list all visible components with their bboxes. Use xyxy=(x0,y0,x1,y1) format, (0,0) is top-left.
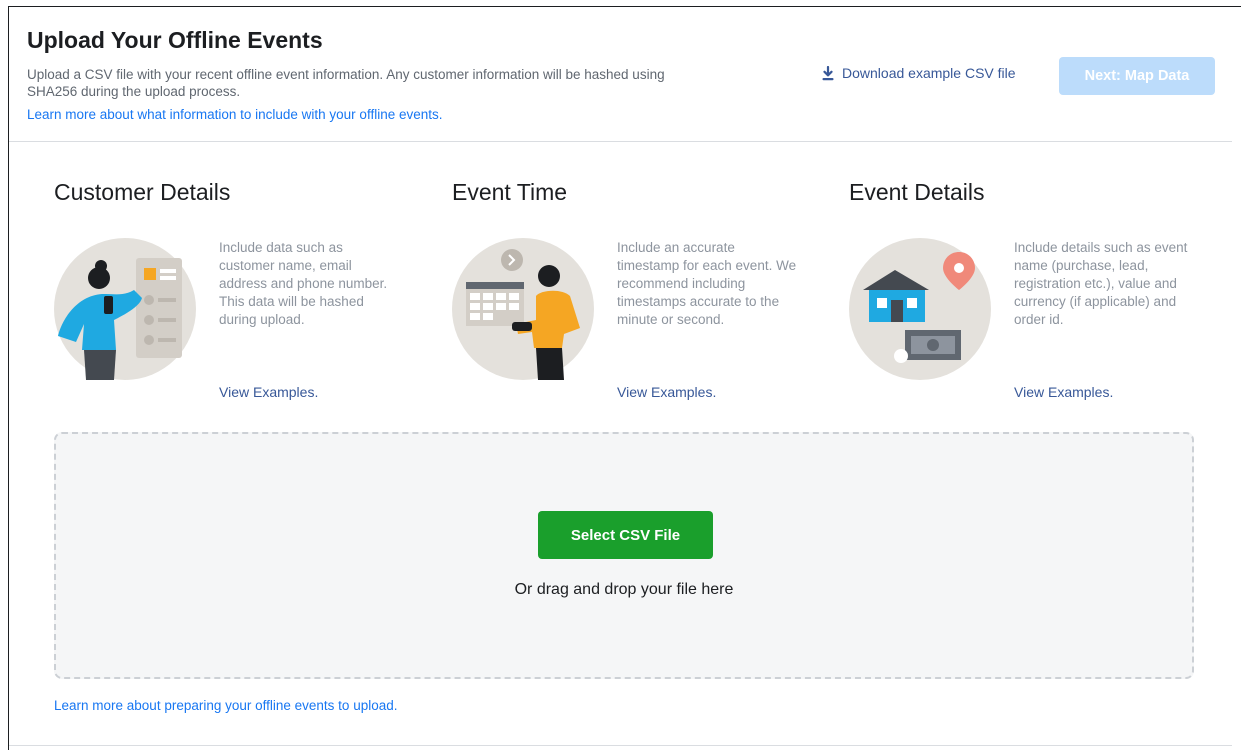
download-icon xyxy=(822,65,834,80)
customer-illustration-icon xyxy=(54,238,196,380)
upload-panel: Upload Your Offline Events Upload a CSV … xyxy=(8,6,1241,750)
learn-more-preparing-link[interactable]: Learn more about preparing your offline … xyxy=(54,698,397,713)
download-example-csv-link[interactable]: Download example CSV file xyxy=(821,65,1016,81)
event-details-illustration-icon xyxy=(849,238,991,380)
customer-details-view-examples-link[interactable]: View Examples. xyxy=(219,384,318,400)
event-time-title: Event Time xyxy=(452,179,568,205)
customer-details-title: Customer Details xyxy=(54,179,231,205)
event-details-section: Event Details Include details such as ev… xyxy=(849,172,1219,412)
event-details-text: Include details such as event name (purc… xyxy=(1014,240,1188,327)
drag-drop-hint: Or drag and drop your file here xyxy=(514,581,734,598)
learn-more-info-link[interactable]: Learn more about what information to inc… xyxy=(27,107,443,122)
next-map-data-button[interactable]: Next: Map Data xyxy=(1059,57,1215,95)
event-details-view-examples-link[interactable]: View Examples. xyxy=(1014,384,1113,400)
select-csv-file-button[interactable]: Select CSV File xyxy=(538,511,713,559)
page-description: Upload a CSV file with your recent offli… xyxy=(27,67,665,99)
event-time-view-examples-link[interactable]: View Examples. xyxy=(617,384,716,400)
download-label: Download example CSV file xyxy=(842,65,1016,81)
page-title: Upload Your Offline Events xyxy=(27,27,323,53)
bottom-divider xyxy=(9,745,1232,746)
panel-header: Upload Your Offline Events Upload a CSV … xyxy=(9,7,1232,142)
event-time-section: Event Time Include an accurate timestamp… xyxy=(452,172,822,412)
event-time-illustration-icon xyxy=(452,238,594,380)
customer-details-section: Customer Details Include data such as cu… xyxy=(54,172,424,412)
event-details-title: Event Details xyxy=(849,179,985,205)
event-time-text: Include an accurate timestamp for each e… xyxy=(617,240,797,327)
customer-details-text: Include data such as customer name, emai… xyxy=(219,240,388,327)
file-dropzone[interactable]: Select CSV File Or drag and drop your fi… xyxy=(54,432,1194,679)
